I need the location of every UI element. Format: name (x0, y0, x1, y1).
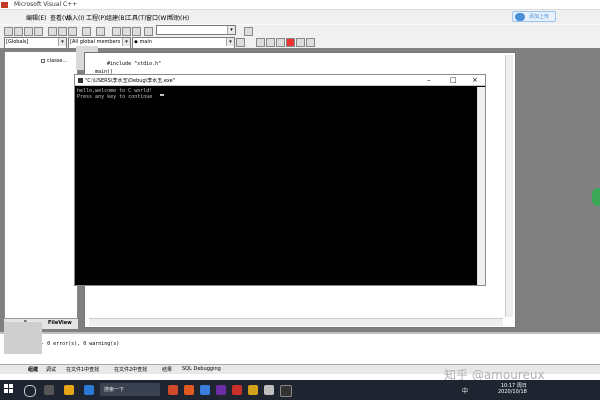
cloud-icon (515, 13, 525, 21)
close-icon[interactable]: × (472, 76, 478, 84)
clock-date: 2020/10/18 (498, 389, 527, 395)
undo-icon[interactable] (82, 27, 91, 36)
file-explorer-icon[interactable] (64, 385, 74, 395)
taskbar-search-text: 搜索一下 (104, 387, 125, 393)
title-bar: Microsoft Visual C++ (0, 0, 600, 10)
console-app-icon[interactable] (280, 385, 292, 397)
class-tree-root[interactable]: classe... (47, 58, 67, 64)
standard-toolbar (0, 24, 600, 36)
chevron-down-icon[interactable]: ▾ (122, 38, 130, 46)
execute-icon[interactable] (286, 38, 295, 47)
redo-icon[interactable] (96, 27, 105, 36)
console-line: Press any key to continue (77, 94, 153, 100)
search-icon[interactable] (24, 385, 36, 397)
console-title-bar[interactable]: "C:\USERS\李水玉\Debug\李水玉.exe" – □ × (75, 75, 485, 86)
members-combo-value: [All global members (70, 39, 121, 45)
function-combo-value: main (139, 39, 152, 45)
menu-tools[interactable]: 工具(T) (126, 13, 146, 22)
maximize-icon[interactable]: □ (450, 76, 457, 84)
minimize-icon[interactable]: – (427, 76, 431, 84)
new-file-icon[interactable] (4, 27, 13, 36)
menu-bar: 编辑(E) 查看(V) 插入(I) 工程(P) 组建(B) 工具(T) 窗口(W… (0, 10, 600, 24)
ime-indicator[interactable]: 中 (462, 386, 468, 395)
editor-vertical-scrollbar[interactable] (505, 55, 513, 317)
open-icon[interactable] (14, 27, 23, 36)
tab-results[interactable]: 结果 (162, 366, 172, 373)
app-icon[interactable] (232, 385, 242, 395)
paste-icon[interactable] (68, 27, 77, 36)
find-in-files-icon[interactable] (144, 27, 153, 36)
console-window[interactable]: "C:\USERS\李水玉\Debug\李水玉.exe" – □ × hello… (74, 74, 486, 286)
breakpoint-icon[interactable] (306, 38, 315, 47)
menu-window[interactable]: 窗口(W) (146, 13, 169, 22)
redacted-area (4, 322, 42, 354)
cloud-upload-label: 添加上传 (529, 14, 550, 20)
chevron-down-icon[interactable]: ▾ (226, 38, 234, 46)
console-output: hello,welcome to C world! Press any key … (77, 88, 152, 100)
code-line: #include "stdio.h" (107, 61, 162, 67)
menu-edit[interactable]: 编辑(E) (26, 13, 46, 22)
console-cursor (160, 94, 164, 96)
stop-build-icon[interactable] (276, 38, 285, 47)
floating-assist-icon[interactable] (592, 188, 600, 206)
windows-start-icon[interactable] (4, 384, 14, 394)
tab-sql-debugging[interactable]: SQL Debugging (182, 366, 221, 372)
app-icon[interactable] (216, 385, 226, 395)
tab-debug[interactable]: 调试 (46, 366, 56, 373)
window-title: Microsoft Visual C++ (14, 1, 78, 8)
menu-project[interactable]: 工程(P) (86, 13, 106, 22)
find-combo[interactable]: ▾ (156, 25, 236, 35)
go-icon[interactable] (296, 38, 305, 47)
save-all-icon[interactable] (34, 27, 43, 36)
app-icon[interactable] (168, 385, 178, 395)
tree-expand-icon[interactable] (41, 59, 45, 63)
taskbar: 搜索一下 中 10:17 周日 2020/10/18 (0, 380, 600, 400)
compile-icon[interactable] (256, 38, 265, 47)
menu-help[interactable]: 帮助(H) (168, 13, 189, 22)
editor-horizontal-scrollbar[interactable] (89, 318, 503, 326)
class-combo-value: [Globals] (6, 39, 29, 45)
build-icon[interactable] (266, 38, 275, 47)
cloud-upload-button[interactable]: 添加上传 (512, 11, 556, 22)
chevron-down-icon[interactable]: ▾ (227, 26, 235, 34)
app-icon[interactable] (264, 385, 274, 395)
copy-icon[interactable] (58, 27, 67, 36)
output-icon[interactable] (122, 27, 131, 36)
save-icon[interactable] (24, 27, 33, 36)
wizard-action-icon[interactable] (236, 38, 245, 47)
menu-insert[interactable]: 插入(I) (66, 13, 84, 22)
find-icon[interactable] (244, 27, 253, 36)
app-icon[interactable] (184, 385, 194, 395)
cut-icon[interactable] (48, 27, 57, 36)
chevron-down-icon[interactable]: ▾ (58, 38, 66, 46)
app-icon[interactable] (248, 385, 258, 395)
console-scrollbar[interactable] (477, 87, 485, 285)
tab-fileview[interactable]: FileView (48, 320, 72, 326)
tab-find-in-files-1[interactable]: 在文件1中查找 (66, 366, 99, 373)
output-panel: .exe - 0 error(s), 0 warning(s) (0, 332, 600, 364)
tab-build[interactable]: 组建 (28, 366, 38, 373)
workspace-panel: classe... (4, 51, 78, 329)
console-title: "C:\USERS\李水玉\Debug\李水玉.exe" (85, 78, 176, 84)
app-icon (1, 2, 8, 8)
system-clock[interactable]: 10:17 周日 2020/10/18 (498, 383, 527, 395)
taskbar-search-app[interactable]: 搜索一下 (100, 383, 160, 396)
window-list-icon[interactable] (132, 27, 141, 36)
tab-find-in-files-2[interactable]: 在文件2中查找 (114, 366, 147, 373)
console-icon (78, 78, 83, 83)
menu-build[interactable]: 组建(B) (106, 13, 127, 22)
browser-icon[interactable] (84, 385, 94, 395)
workspace-icon[interactable] (112, 27, 121, 36)
app-icon[interactable] (200, 385, 210, 395)
task-view-icon[interactable] (44, 385, 54, 395)
